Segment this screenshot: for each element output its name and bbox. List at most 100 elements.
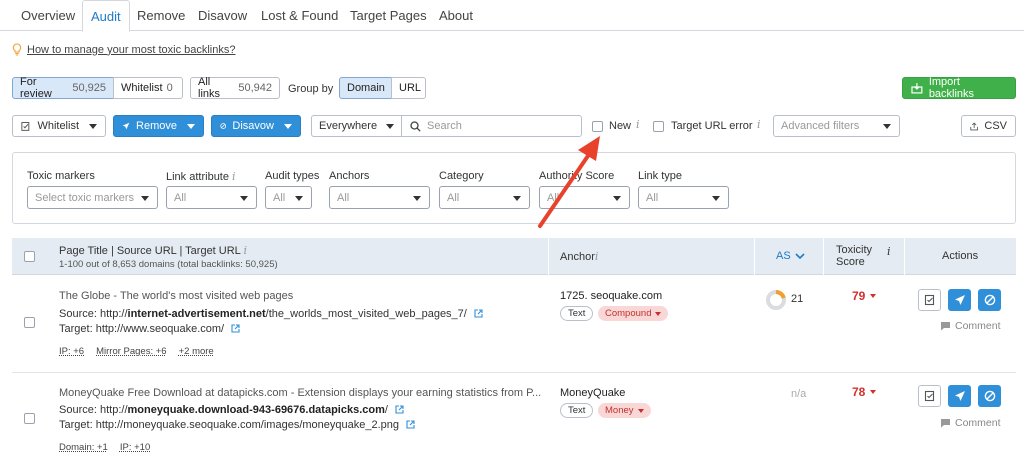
category-select[interactable]: All <box>439 186 530 209</box>
disavow-row-button[interactable] <box>978 289 1001 311</box>
for-review-label: For review <box>20 76 52 100</box>
more-link[interactable]: +2 more <box>179 346 214 357</box>
anchor-type-badge: Text <box>560 403 594 418</box>
whitelist-row-button[interactable] <box>918 385 941 407</box>
external-link-icon[interactable] <box>395 405 404 414</box>
ip-link[interactable]: IP: +10 <box>120 442 150 453</box>
sort-desc-icon <box>795 252 805 259</box>
import-backlinks-button[interactable]: Import backlinks <box>902 76 1016 100</box>
anchor-category-badge[interactable]: Money <box>598 403 651 418</box>
search-scope-select[interactable]: Everywhere <box>311 115 403 137</box>
audit-types-select[interactable]: All <box>265 186 312 209</box>
for-review-toggle[interactable]: For review 50,925 <box>12 76 114 100</box>
link-attribute-value: All <box>174 191 187 204</box>
whitelist-count: 0 <box>166 82 173 94</box>
target-url-error-checkbox[interactable] <box>653 121 664 132</box>
comment-icon <box>941 419 950 428</box>
disavow-row-button[interactable] <box>978 385 1001 407</box>
tab-lost-found[interactable]: Lost & Found <box>261 8 338 23</box>
csv-export-button[interactable]: CSV <box>961 115 1016 137</box>
advanced-filters-label: Advanced filters <box>781 120 860 132</box>
tab-disavow[interactable]: Disavow <box>198 8 247 23</box>
mirror-pages-link[interactable]: Mirror Pages: +6 <box>96 346 167 357</box>
col-actions-header: Actions <box>942 250 979 262</box>
row-meta: Domain: +1 IP: +10 <box>59 442 162 453</box>
disavow-button[interactable]: Disavow <box>211 115 301 137</box>
authority-score-value: n/a <box>791 388 807 400</box>
source-url[interactable]: Source: http://moneyquake.download-943-6… <box>59 404 404 416</box>
export-icon <box>970 121 979 130</box>
chevron-down-icon <box>141 196 149 201</box>
anchors-select[interactable]: All <box>329 186 430 209</box>
remove-button[interactable]: Remove <box>113 115 204 137</box>
anchor-text: MoneyQuake <box>560 387 626 399</box>
page-title: MoneyQuake Free Download at datapicks.co… <box>59 387 542 399</box>
whitelist-row-button[interactable] <box>918 289 941 311</box>
col-as-header[interactable]: AS <box>776 250 805 262</box>
group-by-domain[interactable]: Domain <box>339 77 392 99</box>
anchor-type-badge: Text <box>560 306 594 321</box>
comment-icon <box>941 322 950 331</box>
col-page-header[interactable]: Page Title | Source URL | Target URL i <box>59 244 247 257</box>
chevron-down-icon <box>386 124 394 129</box>
audit-types-value: All <box>273 191 286 204</box>
anchors-label: Anchors <box>329 170 370 182</box>
col-toxicity-header-line2: Score <box>836 256 865 268</box>
domain-link[interactable]: Domain: +1 <box>59 442 108 453</box>
info-icon: i <box>243 244 247 257</box>
external-link-icon[interactable] <box>231 324 240 333</box>
tab-overview[interactable]: Overview <box>21 8 75 23</box>
chevron-down-icon <box>295 196 303 201</box>
link-type-value: All <box>646 191 659 204</box>
anchor-category-badge[interactable]: Compound <box>598 306 669 321</box>
import-backlinks-label: Import backlinks <box>928 76 975 100</box>
remove-row-button[interactable] <box>948 289 971 311</box>
ip-link[interactable]: IP: +6 <box>59 346 84 357</box>
remove-row-button[interactable] <box>948 385 971 407</box>
toxic-markers-select[interactable]: Select toxic markers <box>27 186 158 209</box>
comment-link[interactable]: Comment <box>940 417 1001 429</box>
tab-target-pages[interactable]: Target Pages <box>350 8 427 23</box>
chevron-down-icon <box>883 124 891 129</box>
info-icon: i <box>757 118 761 131</box>
whitelist-button-label: Whitelist <box>37 120 79 132</box>
target-url-error-label: Target URL error <box>671 120 753 132</box>
col-toxicity-header[interactable]: Toxicity <box>836 244 872 256</box>
audit-types-label: Audit types <box>265 170 320 182</box>
all-links-toggle[interactable]: All links 50,942 <box>190 76 280 100</box>
external-link-icon[interactable] <box>406 420 415 429</box>
row-checkbox[interactable] <box>24 413 35 424</box>
tab-about[interactable]: About <box>439 8 473 23</box>
toxicity-score[interactable]: 79 <box>852 289 877 303</box>
advanced-filters-select[interactable]: Advanced filters <box>773 115 900 137</box>
row-checkbox[interactable] <box>24 317 35 328</box>
target-url[interactable]: Target: http://moneyquake.seoquake.com/i… <box>59 419 415 431</box>
whitelist-button[interactable]: Whitelist <box>12 115 106 137</box>
authority-score-donut <box>766 290 786 310</box>
comment-link[interactable]: Comment <box>940 320 1001 332</box>
toxic-markers-label: Toxic markers <box>27 170 95 182</box>
group-by-url[interactable]: URL <box>391 77 426 99</box>
for-review-count: 50,925 <box>72 82 106 94</box>
external-link-icon[interactable] <box>474 309 483 318</box>
link-type-select[interactable]: All <box>638 186 729 209</box>
col-anchor-header[interactable]: Anchori <box>560 250 598 263</box>
search-placeholder: Search <box>427 120 462 132</box>
whitelist-toggle[interactable]: Whitelist 0 <box>113 77 183 99</box>
info-icon: i <box>232 170 236 183</box>
link-attribute-select[interactable]: All <box>166 186 257 209</box>
help-link[interactable]: How to manage your most toxic backlinks? <box>27 44 235 56</box>
results-summary: 1-100 out of 8,653 domains (total backli… <box>59 259 278 270</box>
toxicity-score[interactable]: 78 <box>852 385 877 399</box>
group-by-label: Group by <box>288 83 334 95</box>
help-tip: How to manage your most toxic backlinks? <box>12 43 235 56</box>
source-url[interactable]: Source: http://internet-advertisement.ne… <box>59 308 483 320</box>
send-icon <box>954 295 965 305</box>
tab-remove[interactable]: Remove <box>137 8 185 23</box>
select-all-checkbox[interactable] <box>24 251 35 262</box>
target-url[interactable]: Target: http://www.seoquake.com/ <box>59 323 240 335</box>
tab-audit[interactable]: Audit <box>82 0 130 32</box>
info-icon: i <box>636 118 640 131</box>
chevron-down-icon <box>637 408 644 413</box>
new-label: New <box>609 120 632 132</box>
